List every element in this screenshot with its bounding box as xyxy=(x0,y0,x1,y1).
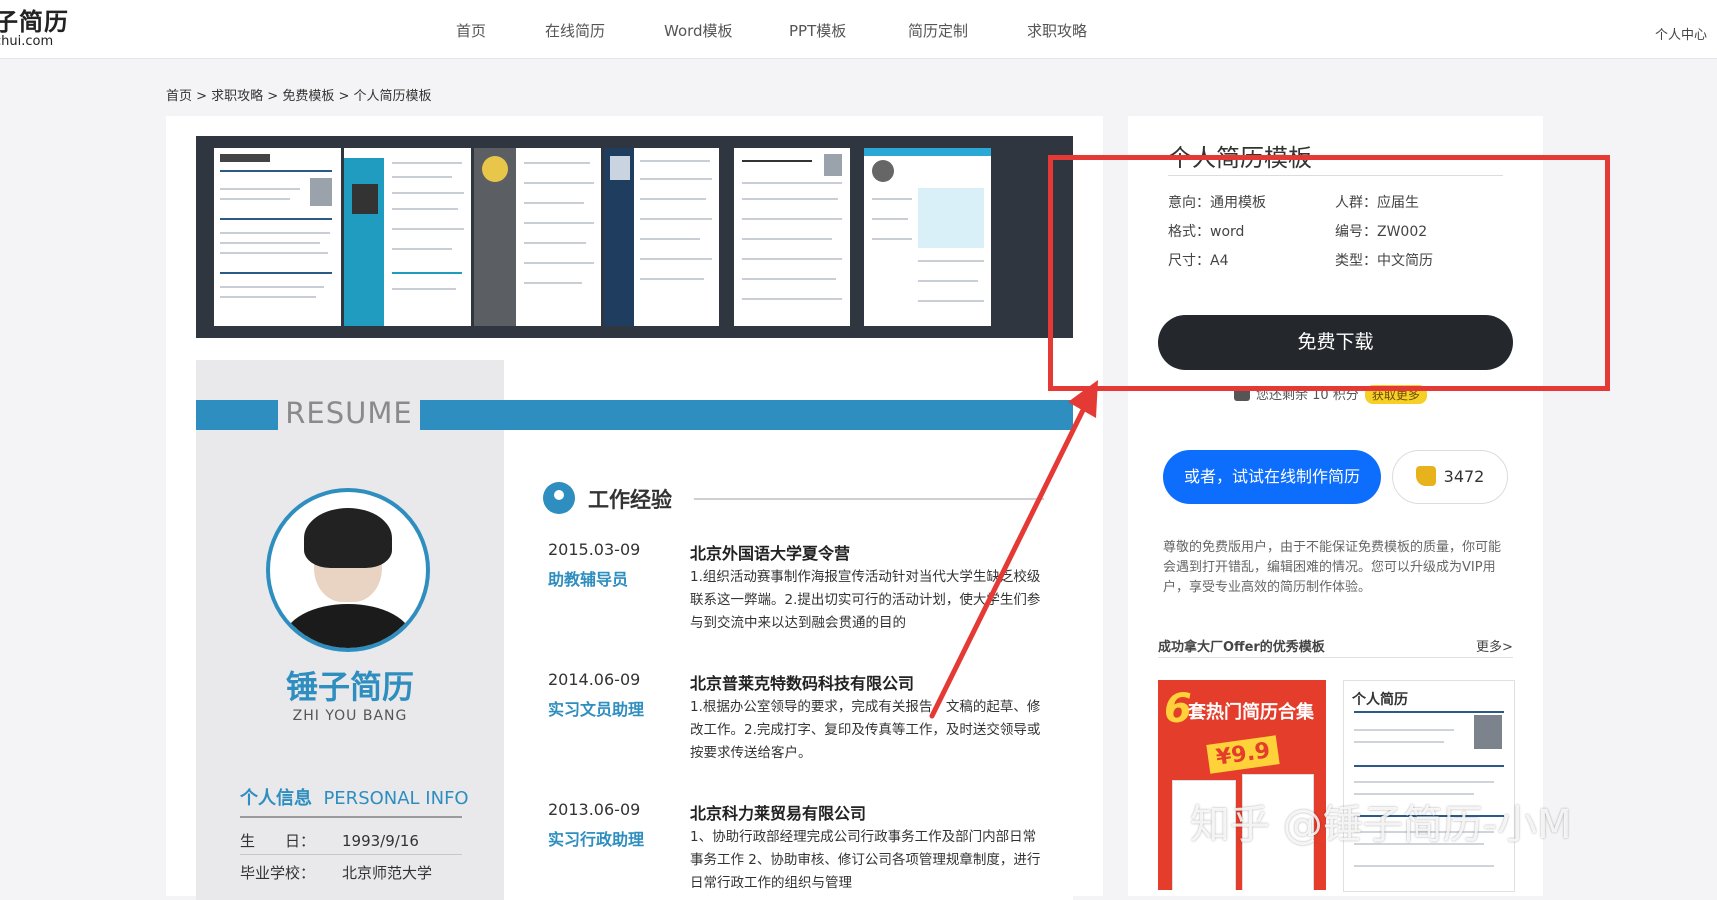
watermark: 知乎 @锤子简历-小M xyxy=(1190,802,1572,848)
annotation-arrow xyxy=(929,380,1098,719)
